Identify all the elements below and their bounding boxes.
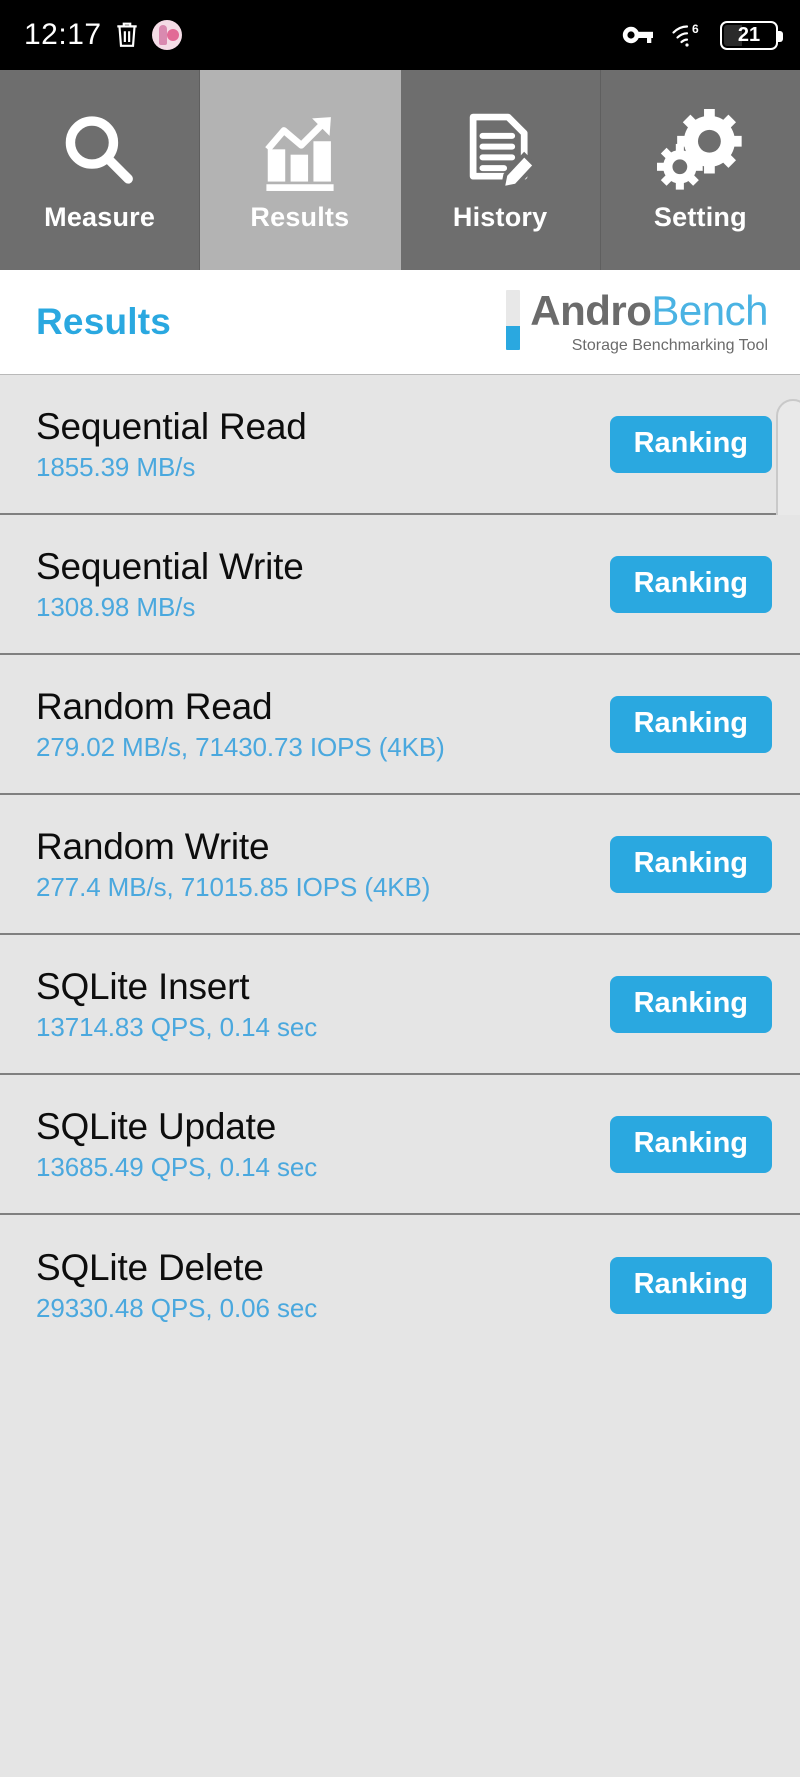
ranking-button[interactable]: Ranking [609,1115,772,1173]
gears-icon [657,108,743,196]
row-text: Random Read 279.02 MB/s, 71430.73 IOPS (… [36,686,445,763]
result-value: 13685.49 QPS, 0.14 sec [36,1151,318,1182]
result-name: SQLite Insert [36,965,250,1007]
brand-name: AndroBench [530,290,768,332]
tab-history-label: History [452,201,548,232]
result-value: 13714.83 QPS, 0.14 sec [36,1011,318,1042]
row-text: Sequential Write 1308.98 MB/s [36,546,304,623]
brand-tagline: Storage Benchmarking Tool [571,337,768,354]
search-icon [57,108,143,196]
ranking-button[interactable]: Ranking [609,835,772,893]
tab-history[interactable]: History [400,70,601,270]
brand-name-secondary: Bench [651,287,768,334]
main-tab-bar: Measure Results History Setting [0,70,800,270]
battery-level-label: 21 [737,24,761,46]
document-edit-icon [457,108,543,196]
ranking-button[interactable]: Ranking [609,975,772,1033]
result-value: 277.4 MB/s, 71015.85 IOPS (4KB) [36,871,431,902]
ranking-button[interactable]: Ranking [609,555,772,613]
status-bar: 12:17 6 21 [0,0,800,70]
tab-setting-label: Setting [653,201,747,232]
trash-icon [114,21,140,49]
table-row[interactable]: Sequential Read 1855.39 MB/s Ranking [0,375,800,549]
table-row[interactable]: SQLite Delete 29330.48 QPS, 0.06 sec Ran… [0,1215,800,1355]
tab-results-label: Results [250,201,350,232]
result-name: Sequential Read [36,405,307,447]
app-notification-icon [151,20,182,50]
result-name: SQLite Delete [36,1246,264,1288]
androbench-logo: AndroBench Storage Benchmarking Tool [506,290,772,354]
tab-results[interactable]: Results [200,70,401,270]
results-list: Sequential Read 1855.39 MB/s Ranking Seq… [0,375,800,1355]
result-name: Random Read [36,685,273,727]
result-name: SQLite Update [36,1105,277,1147]
table-row[interactable]: SQLite Update 13685.49 QPS, 0.14 sec Ran… [0,1075,800,1215]
battery-icon: 21 [720,20,783,50]
phone-screen: 12:17 6 21 Measure Results History Setti… [0,0,800,1777]
row-text: SQLite Insert 13714.83 QPS, 0.14 sec [36,966,317,1043]
result-value: 1308.98 MB/s [36,591,196,622]
ranking-button[interactable]: Ranking [609,415,772,473]
row-text: Sequential Read 1855.39 MB/s [36,406,307,483]
svg-text:6: 6 [692,22,699,36]
table-row[interactable]: Random Write 277.4 MB/s, 71015.85 IOPS (… [0,795,800,935]
tab-setting[interactable]: Setting [600,70,800,270]
tab-measure[interactable]: Measure [0,70,201,270]
empty-area [0,1355,800,1777]
result-name: Sequential Write [36,545,304,587]
bar-chart-icon [257,108,343,196]
brand-text: AndroBench Storage Benchmarking Tool [530,290,768,354]
tab-measure-label: Measure [44,201,156,232]
brand-name-primary: Andro [530,287,652,334]
ranking-button[interactable]: Ranking [609,695,772,753]
table-row[interactable]: SQLite Insert 13714.83 QPS, 0.14 sec Ran… [0,935,800,1075]
status-bar-right: 6 21 [622,20,783,50]
row-text: Random Write 277.4 MB/s, 71015.85 IOPS (… [36,826,430,903]
result-value: 1855.39 MB/s [36,451,196,482]
page-header: Results AndroBench Storage Benchmarking … [0,270,800,375]
status-bar-left: 12:17 [24,20,182,50]
table-row[interactable]: Random Read 279.02 MB/s, 71430.73 IOPS (… [0,655,800,795]
wifi-6-icon: 6 [670,22,704,48]
row-text: SQLite Delete 29330.48 QPS, 0.06 sec [36,1247,317,1324]
table-row[interactable]: Sequential Write 1308.98 MB/s Ranking [0,515,800,655]
ranking-button[interactable]: Ranking [609,1256,772,1314]
row-text: SQLite Update 13685.49 QPS, 0.14 sec [36,1106,317,1183]
status-bar-clock: 12:17 [24,18,102,51]
result-value: 279.02 MB/s, 71430.73 IOPS (4KB) [36,731,445,762]
vpn-key-icon [622,24,654,46]
result-value: 29330.48 QPS, 0.06 sec [36,1292,318,1323]
storage-bar-icon [506,290,521,350]
results-body: Sequential Read 1855.39 MB/s Ranking Seq… [0,375,800,1777]
page-title: Results [36,301,172,342]
result-name: Random Write [36,825,270,867]
